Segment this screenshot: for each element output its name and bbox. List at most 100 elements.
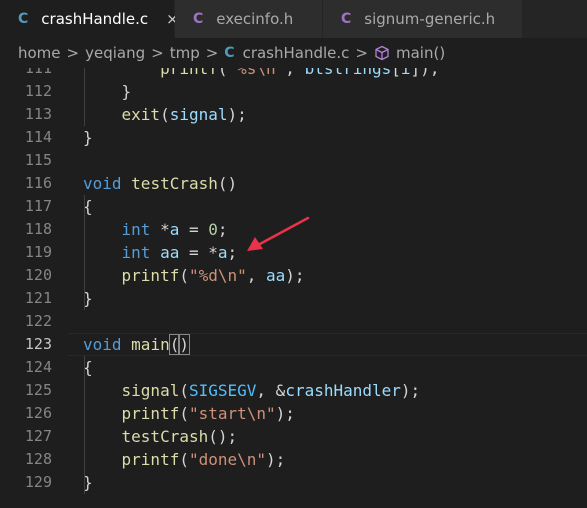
- indent-guide: [84, 356, 85, 494]
- line-number: 121: [24, 289, 52, 307]
- line-number: 115: [24, 151, 52, 169]
- code-text: printf("%s\n", btstrings[i]);: [83, 68, 439, 80]
- code-token: signal: [169, 105, 228, 124]
- code-token: [: [391, 68, 401, 78]
- tab-label: execinfo.h: [216, 10, 294, 28]
- code-token: =: [179, 220, 209, 239]
- code-token: ();: [208, 427, 238, 446]
- c-header-file-icon: C: [341, 11, 352, 27]
- breadcrumb-item-symbol[interactable]: main(): [396, 44, 445, 62]
- code-editor[interactable]: 111 printf("%s\n", btstrings[i]); 112 } 11…: [0, 68, 587, 508]
- line-number: 119: [24, 243, 52, 261]
- code-token: void: [83, 174, 122, 193]
- indent-guide: [84, 68, 85, 126]
- code-text: int *a = 0;: [83, 218, 228, 241]
- line-number: 126: [24, 404, 52, 422]
- red-arrow-icon: [247, 216, 310, 251]
- code-line[interactable]: 122: [0, 310, 587, 333]
- code-token: ",: [275, 68, 305, 78]
- breadcrumb-item-yeqiang[interactable]: yeqiang: [85, 44, 145, 62]
- tab-signum-generic-h[interactable]: C signum-generic.h: [323, 0, 523, 38]
- code-line[interactable]: 128 printf("done\n");: [0, 448, 587, 471]
- code-token: testCrash: [121, 427, 209, 446]
- code-token: a: [169, 220, 180, 239]
- code-token: void: [83, 335, 122, 354]
- line-number: 114: [24, 128, 52, 146]
- code-line[interactable]: 114}: [0, 126, 587, 149]
- chevron-right-icon: >: [205, 44, 219, 62]
- code-token: aa: [160, 243, 180, 262]
- line-number: 116: [24, 174, 52, 192]
- tab-crashhandle-c[interactable]: C crashHandle.c ×: [0, 0, 179, 38]
- code-token: = *: [179, 243, 218, 262]
- code-token: btstrings: [304, 68, 392, 78]
- c-file-icon: C: [18, 11, 29, 27]
- code-token: ;: [227, 243, 238, 262]
- code-token: }: [83, 82, 132, 101]
- code-line[interactable]: 113 exit(signal);: [0, 103, 587, 126]
- line-number: 117: [24, 197, 52, 215]
- line-number: 123: [24, 335, 52, 353]
- line-number: 124: [24, 358, 52, 376]
- code-token: "%d\n": [188, 266, 247, 285]
- code-token: a: [217, 243, 228, 262]
- code-token: printf: [121, 450, 180, 469]
- breadcrumb-item-file[interactable]: crashHandle.c: [243, 44, 350, 62]
- code-line[interactable]: 126 printf("start\n");: [0, 402, 587, 425]
- code-line[interactable]: 120 printf("%d\n", aa);: [0, 264, 587, 287]
- code-token: exit: [121, 105, 161, 124]
- code-line[interactable]: 127 testCrash();: [0, 425, 587, 448]
- code-line[interactable]: 129}: [0, 471, 587, 494]
- code-line[interactable]: 123 void main(): [0, 333, 587, 356]
- code-line[interactable]: 116 void testCrash(): [0, 172, 587, 195]
- tab-label: signum-generic.h: [364, 10, 496, 28]
- method-cube-icon: [374, 45, 390, 61]
- code-text: signal(SIGSEGV, &crashHandler);: [83, 379, 421, 402]
- code-text: }: [83, 80, 132, 103]
- line-number: 128: [24, 450, 52, 468]
- code-token: );: [400, 381, 421, 400]
- breadcrumb: home > yeqiang > tmp > C crashHandle.c >…: [0, 38, 587, 68]
- code-token: printf: [121, 266, 180, 285]
- code-token: testCrash: [131, 174, 218, 193]
- code-token: "start\n": [188, 404, 276, 423]
- code-token: (": [217, 68, 238, 78]
- tab-label: crashHandle.c: [41, 10, 149, 28]
- breadcrumb-item-tmp[interactable]: tmp: [170, 44, 200, 62]
- code-token: crashHandler: [285, 381, 401, 400]
- code-text: printf("done\n");: [83, 448, 286, 471]
- code-token: ;: [217, 220, 228, 239]
- code-line[interactable]: 112 }: [0, 80, 587, 103]
- code-line[interactable]: 121}: [0, 287, 587, 310]
- code-token: );: [227, 105, 247, 124]
- code-token: printf: [121, 404, 180, 423]
- code-token: 0: [208, 220, 218, 239]
- breadcrumb-item-home[interactable]: home: [18, 44, 61, 62]
- code-line[interactable]: 115: [0, 149, 587, 172]
- code-line[interactable]: 125 signal(SIGSEGV, &crashHandler);: [0, 379, 587, 402]
- tab-execinfo-h[interactable]: C execinfo.h: [175, 0, 323, 38]
- code-token: , &: [256, 381, 286, 400]
- code-token: (): [217, 174, 238, 193]
- chevron-right-icon: >: [66, 44, 80, 62]
- line-number: 112: [24, 82, 52, 100]
- code-token: ,: [246, 266, 267, 285]
- code-text: void testCrash(): [83, 172, 237, 195]
- code-line[interactable]: 124{: [0, 356, 587, 379]
- code-token: (: [168, 334, 181, 355]
- code-line[interactable]: 111 printf("%s\n", btstrings[i]);: [0, 68, 587, 80]
- code-text: exit(signal);: [83, 103, 247, 126]
- code-text: testCrash();: [83, 425, 238, 448]
- code-text: int aa = *a;: [83, 241, 238, 264]
- code-token: int: [121, 220, 151, 239]
- code-token: int: [121, 243, 151, 262]
- line-number: 125: [24, 381, 52, 399]
